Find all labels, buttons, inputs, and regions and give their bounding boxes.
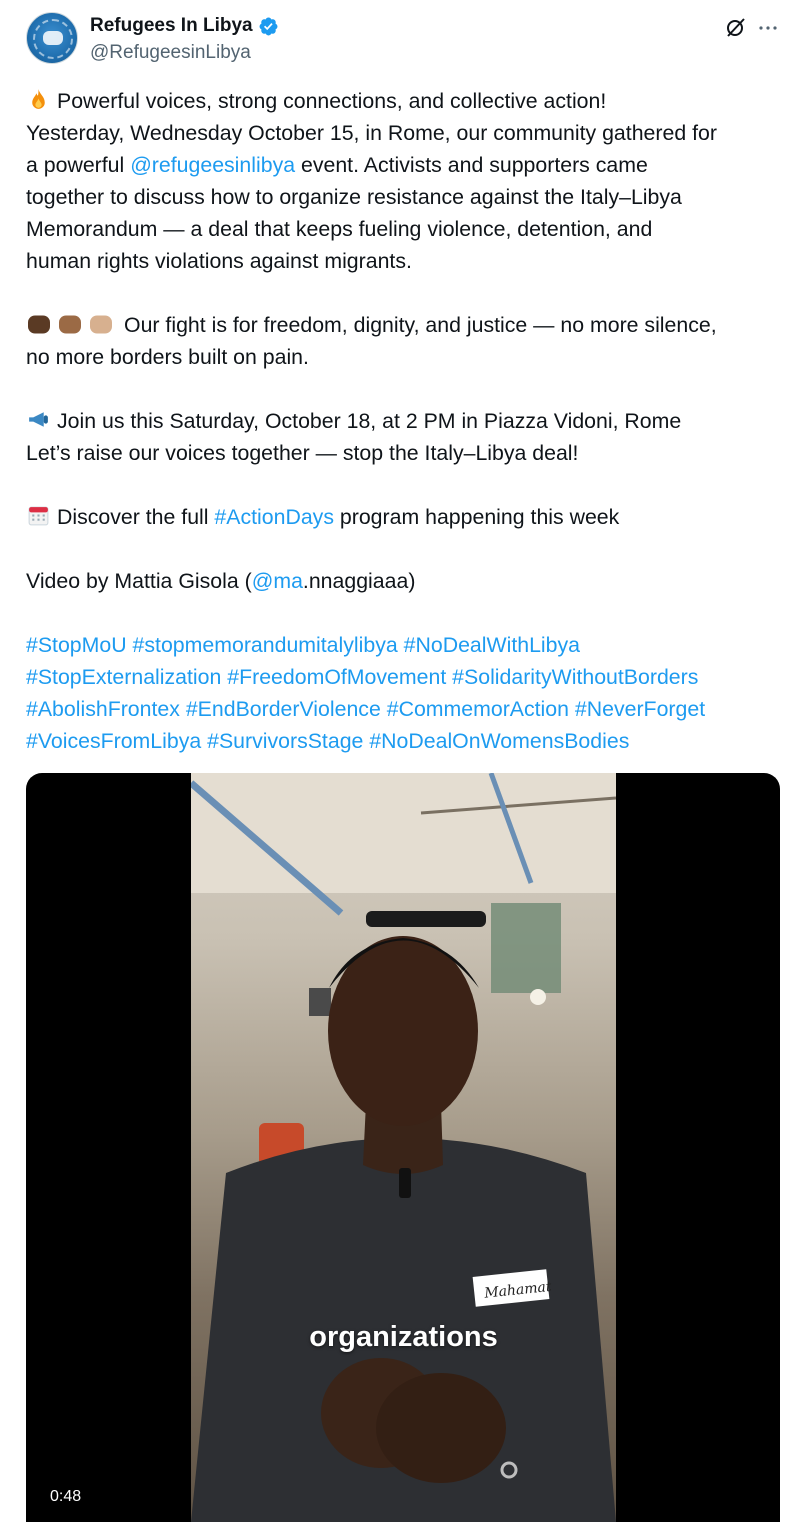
hashtag-link[interactable]: #VoicesFromLibya [26,729,201,753]
megaphone-emoji-icon [29,412,48,427]
text-line: Our fight is for freedom, dignity, and j… [26,309,786,341]
hashtag-link[interactable]: #AbolishFrontex [26,697,180,721]
raised-fists-emoji-icon [28,315,112,334]
text-line-8: no more borders built on pain. [26,345,309,369]
hashtag-row-2: #StopExternalization #FreedomOfMovement … [26,661,786,693]
hashtag-row-4: #VoicesFromLibya #SurvivorsStage #NoDeal… [26,725,786,757]
text-line-5: Memorandum — a deal that keeps fueling v… [26,217,653,241]
text-line: a powerful @refugeesinlibya event. Activ… [26,149,786,181]
hashtag-link-actiondays[interactable]: #ActionDays [214,505,334,529]
hashtag-link[interactable]: #StopExternalization [26,665,221,689]
video-scene-illustration: Mahamat [191,773,616,1522]
text-segment: program happening this week [333,505,620,529]
video-player[interactable]: Mahamat organizations 0:48 [26,773,780,1522]
hashtag-link[interactable]: #stopmemorandumitalylibya [133,633,398,657]
video-frame: Mahamat organizations [191,773,616,1522]
text-line-1: Powerful voices, strong connections, and… [57,89,607,113]
hashtag-row-1: #StopMoU #stopmemorandumitalylibya #NoDe… [26,629,786,661]
hashtag-link[interactable]: #FreedomOfMovement [227,665,446,689]
text-line-7: Our fight is for freedom, dignity, and j… [124,313,717,337]
text-segment: event. Activists and supporters came [295,153,648,177]
video-caption: organizations [309,1321,498,1353]
author-display-name[interactable]: Refugees In Libya [90,15,253,37]
text-line: Join us this Saturday, October 18, at 2 … [26,405,786,437]
text-line-2: Yesterday, Wednesday October 15, in Rome… [26,121,717,145]
text-line-9: Join us this Saturday, October 18, at 2 … [57,409,682,433]
more-options-icon[interactable] [756,16,780,40]
text-line-6: human rights violations against migrants… [26,249,412,273]
tweet-body: Powerful voices, strong connections, and… [26,85,786,757]
hashtag-link[interactable]: #StopMoU [26,633,127,657]
verified-badge-icon [259,17,278,35]
tweet-header: Refugees In Libya @RefugeesinLibya [26,12,782,68]
text-line: Video by Mattia Gisola (@ma.nnaggiaaa) [26,565,786,597]
mention-link-refugeesinlibya[interactable]: @refugeesinlibya [130,153,295,177]
name-row: Refugees In Libya [90,15,279,37]
hashtag-link[interactable]: #SurvivorsStage [207,729,363,753]
text-line: Powerful voices, strong connections, and… [26,85,786,117]
text-line: Discover the full #ActionDays program ha… [26,501,786,533]
text-line-4: together to discuss how to organize resi… [26,185,682,209]
author-handle[interactable]: @RefugeesinLibya [90,42,251,64]
calendar-emoji-icon [28,506,49,526]
text-segment: Video by Mattia Gisola ( [26,569,252,593]
mention-link-ma[interactable]: @ma [252,569,303,593]
text-segment: .nnaggiaaa) [302,569,416,593]
hashtag-link[interactable]: #NeverForget [575,697,705,721]
hashtag-link[interactable]: #NoDealWithLibya [404,633,580,657]
hashtag-link[interactable]: #CommemorAction [387,697,569,721]
fire-emoji-icon [32,89,45,109]
video-duration: 0:48 [42,1486,90,1508]
hashtag-link[interactable]: #SolidarityWithoutBorders [452,665,698,689]
hashtag-row-3: #AbolishFrontex #EndBorderViolence #Comm… [26,693,786,725]
hashtag-link[interactable]: #NoDealOnWomensBodies [369,729,629,753]
hashtag-link[interactable]: #EndBorderViolence [186,697,381,721]
grok-icon[interactable] [724,16,748,40]
text-segment: Discover the full [57,505,215,529]
author-avatar[interactable] [26,12,78,64]
text-line-10: Let’s raise our voices together — stop t… [26,441,579,465]
avatar-logo-mark [43,31,63,45]
text-segment: a powerful [26,153,131,177]
